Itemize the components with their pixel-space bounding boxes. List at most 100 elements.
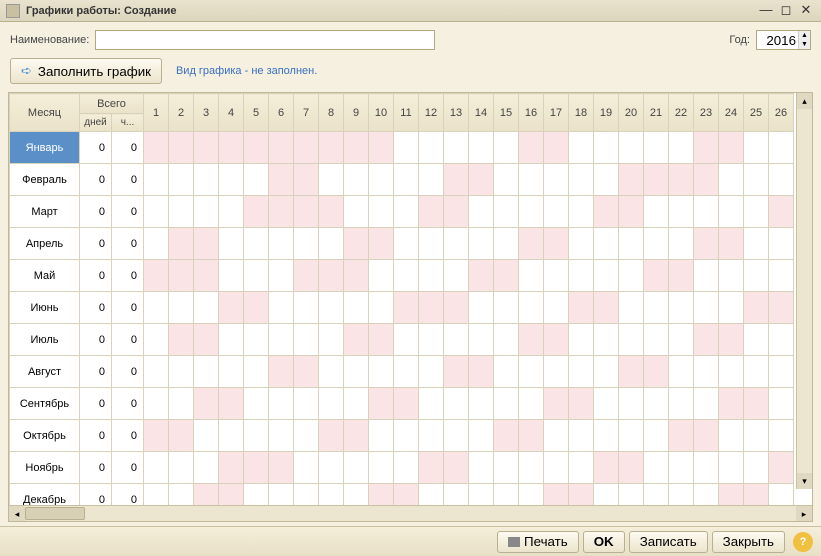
day-cell[interactable]	[369, 196, 394, 228]
day-cell[interactable]	[719, 420, 744, 452]
day-cell[interactable]	[569, 420, 594, 452]
day-cell[interactable]	[419, 132, 444, 164]
day-cell[interactable]	[744, 420, 769, 452]
day-cell[interactable]	[144, 452, 169, 484]
day-cell[interactable]	[419, 228, 444, 260]
day-cell[interactable]	[169, 260, 194, 292]
day-cell[interactable]	[444, 196, 469, 228]
day-cell[interactable]	[369, 132, 394, 164]
day-cell[interactable]	[319, 228, 344, 260]
day-cell[interactable]	[694, 260, 719, 292]
day-cell[interactable]	[419, 484, 444, 506]
day-cell[interactable]	[669, 260, 694, 292]
day-cell[interactable]	[619, 324, 644, 356]
day-cell[interactable]	[144, 260, 169, 292]
day-cell[interactable]	[669, 420, 694, 452]
day-cell[interactable]	[344, 324, 369, 356]
day-cell[interactable]	[344, 420, 369, 452]
day-cell[interactable]	[269, 260, 294, 292]
day-cell[interactable]	[719, 388, 744, 420]
day-cell[interactable]	[494, 420, 519, 452]
day-cell[interactable]	[344, 388, 369, 420]
day-cell[interactable]	[269, 388, 294, 420]
day-cell[interactable]	[519, 292, 544, 324]
day-cell[interactable]	[619, 388, 644, 420]
day-cell[interactable]	[219, 356, 244, 388]
day-cell[interactable]	[619, 484, 644, 506]
day-cell[interactable]	[669, 356, 694, 388]
day-cell[interactable]	[369, 420, 394, 452]
day-cell[interactable]	[594, 132, 619, 164]
day-cell[interactable]	[244, 196, 269, 228]
day-cell[interactable]	[644, 228, 669, 260]
day-cell[interactable]	[719, 484, 744, 506]
day-cell[interactable]	[344, 196, 369, 228]
day-cell[interactable]	[269, 324, 294, 356]
day-cell[interactable]	[269, 228, 294, 260]
day-cell[interactable]	[419, 260, 444, 292]
day-cell[interactable]	[519, 260, 544, 292]
day-cell[interactable]	[169, 196, 194, 228]
day-cell[interactable]	[319, 196, 344, 228]
day-cell[interactable]	[244, 484, 269, 506]
day-cell[interactable]	[344, 484, 369, 506]
day-cell[interactable]	[744, 356, 769, 388]
day-cell[interactable]	[444, 484, 469, 506]
day-cell[interactable]	[269, 452, 294, 484]
day-cell[interactable]	[669, 228, 694, 260]
day-cell[interactable]	[644, 452, 669, 484]
day-cell[interactable]	[594, 196, 619, 228]
day-cell[interactable]	[294, 452, 319, 484]
day-cell[interactable]	[294, 132, 319, 164]
day-cell[interactable]	[594, 388, 619, 420]
day-cell[interactable]	[269, 484, 294, 506]
day-cell[interactable]	[144, 356, 169, 388]
day-cell[interactable]	[669, 388, 694, 420]
day-cell[interactable]	[494, 260, 519, 292]
day-cell[interactable]	[669, 452, 694, 484]
day-cell[interactable]	[469, 228, 494, 260]
day-cell[interactable]	[719, 324, 744, 356]
day-cell[interactable]	[169, 228, 194, 260]
day-cell[interactable]	[744, 164, 769, 196]
day-cell[interactable]	[544, 324, 569, 356]
day-cell[interactable]	[719, 228, 744, 260]
day-cell[interactable]	[219, 260, 244, 292]
day-cell[interactable]	[569, 388, 594, 420]
day-cell[interactable]	[494, 324, 519, 356]
day-cell[interactable]	[569, 356, 594, 388]
day-cell[interactable]	[494, 196, 519, 228]
day-cell[interactable]	[444, 388, 469, 420]
scroll-left-button[interactable]: ◂	[9, 506, 25, 521]
day-cell[interactable]	[644, 196, 669, 228]
day-cell[interactable]	[419, 356, 444, 388]
day-cell[interactable]	[169, 388, 194, 420]
day-cell[interactable]	[194, 356, 219, 388]
day-cell[interactable]	[619, 196, 644, 228]
day-cell[interactable]	[569, 484, 594, 506]
day-cell[interactable]	[769, 164, 794, 196]
day-cell[interactable]	[444, 164, 469, 196]
day-cell[interactable]	[294, 228, 319, 260]
day-cell[interactable]	[769, 292, 794, 324]
day-cell[interactable]	[744, 292, 769, 324]
table-row[interactable]: Октябрь00	[10, 420, 794, 452]
day-cell[interactable]	[244, 228, 269, 260]
day-cell[interactable]	[444, 420, 469, 452]
day-cell[interactable]	[744, 132, 769, 164]
table-row[interactable]: Февраль00	[10, 164, 794, 196]
day-cell[interactable]	[494, 356, 519, 388]
name-input[interactable]	[95, 30, 435, 50]
day-cell[interactable]	[769, 420, 794, 452]
day-cell[interactable]	[694, 132, 719, 164]
table-row[interactable]: Сентябрь00	[10, 388, 794, 420]
day-cell[interactable]	[669, 196, 694, 228]
table-row[interactable]: Декабрь00	[10, 484, 794, 506]
day-cell[interactable]	[219, 292, 244, 324]
schedule-table[interactable]: МесяцВсего123456789101112131415161718192…	[9, 93, 794, 505]
scroll-up-button[interactable]: ▴	[797, 93, 812, 109]
day-cell[interactable]	[744, 260, 769, 292]
day-cell[interactable]	[744, 196, 769, 228]
day-cell[interactable]	[544, 196, 569, 228]
day-cell[interactable]	[694, 324, 719, 356]
